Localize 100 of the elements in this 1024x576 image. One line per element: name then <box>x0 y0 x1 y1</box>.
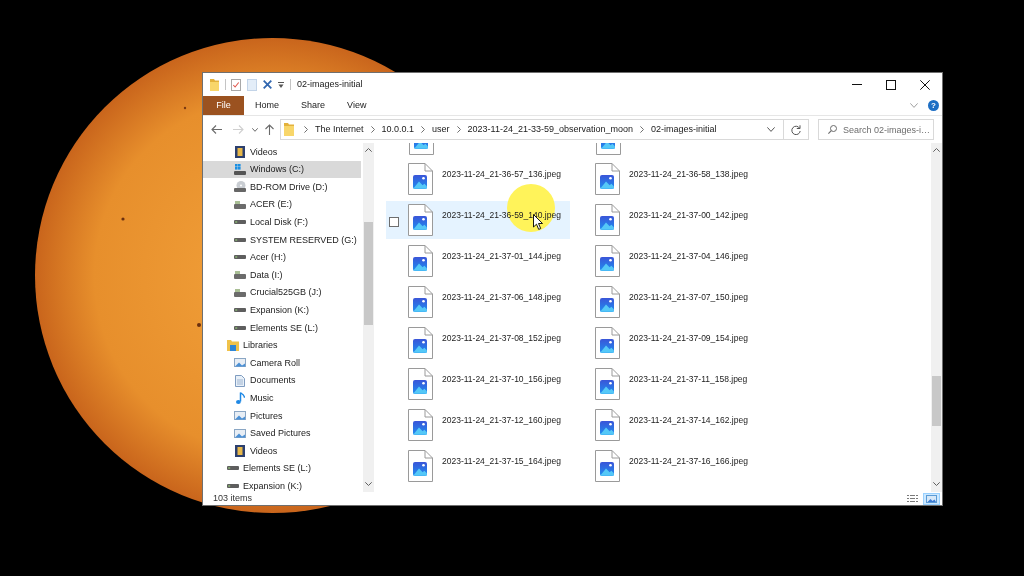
image-file-icon <box>408 204 433 236</box>
file-item[interactable]: 2023-11-24_21-37-10_156.jpeg <box>386 365 570 403</box>
breadcrumb-link[interactable]: 02-images-initial <box>650 124 718 135</box>
chevron-right-icon <box>421 126 426 133</box>
image-file-icon <box>408 450 433 482</box>
file-item[interactable]: 2023-11-24_21-37-15_164.jpeg <box>386 447 570 485</box>
scrollbar-thumb[interactable] <box>932 376 941 426</box>
file-item[interactable]: 2023-11-24_21-37-09_154.jpeg <box>573 324 757 362</box>
hard-drive-icon <box>234 200 246 209</box>
disc-drive-icon <box>234 181 246 193</box>
maximize-icon <box>886 79 896 90</box>
nav-item[interactable]: Videos <box>203 442 361 460</box>
image-file-icon <box>595 204 620 236</box>
nav-item[interactable]: Windows (C:) <box>203 160 361 179</box>
large-icons-view-button[interactable] <box>923 492 940 505</box>
image-file-icon <box>595 286 620 318</box>
ribbon-tab[interactable]: Home <box>244 96 290 115</box>
file-item[interactable]: 2023-11-24_21-37-01_144.jpeg <box>386 242 570 280</box>
nav-item[interactable]: Music <box>203 389 361 407</box>
image-file-icon <box>408 368 433 400</box>
large-icons-view-icon <box>926 494 937 503</box>
scrollbar-thumb[interactable] <box>364 222 373 325</box>
search-field[interactable]: Search 02-images-i… <box>818 119 934 140</box>
image-file-icon <box>409 143 434 155</box>
ribbon-tab[interactable]: Share <box>290 96 337 115</box>
image-file-icon <box>408 245 433 277</box>
item-checkbox[interactable] <box>389 217 399 227</box>
image-file-icon <box>408 409 433 441</box>
file-item[interactable]: 2023-11-24_21-37-06_148.jpeg <box>386 283 570 321</box>
file-item[interactable]: 2023-11-24_21-37-07_150.jpeg <box>573 283 757 321</box>
arrow-left-icon <box>210 125 222 134</box>
window-title: 02-images-initial <box>297 79 363 90</box>
drive-icon <box>234 325 246 330</box>
dropdown-caret-icon[interactable] <box>278 81 284 88</box>
scroll-down-icon[interactable] <box>365 482 372 486</box>
picture-icon <box>234 428 246 438</box>
cross-icon[interactable] <box>263 80 272 89</box>
file-item[interactable]: 2023-11-24_21-37-04_146.jpeg <box>573 242 757 280</box>
ribbon-tab[interactable]: View <box>336 96 378 115</box>
chevron-right-icon <box>456 126 461 133</box>
image-file-icon <box>595 450 620 482</box>
arrow-right-icon <box>232 125 244 134</box>
nav-item[interactable]: Expansion (K:) <box>203 301 361 319</box>
nav-item[interactable]: Videos <box>203 143 361 161</box>
nav-item[interactable]: Acer (H:) <box>203 248 361 267</box>
file-item[interactable]: 2023-11-24_21-36-58_138.jpeg <box>573 160 757 198</box>
nav-item[interactable]: Documents <box>203 371 361 390</box>
refresh-button[interactable] <box>784 119 809 140</box>
scroll-up-icon[interactable] <box>933 148 940 152</box>
nav-item[interactable]: ACER (E:) <box>203 195 361 214</box>
nav-item[interactable]: Libraries <box>203 336 361 355</box>
system-drive-icon <box>234 163 246 175</box>
picture-icon <box>234 358 246 368</box>
breadcrumb-link[interactable]: The Internet <box>314 124 365 135</box>
nav-item[interactable]: Camera Roll <box>203 354 361 372</box>
help-button[interactable]: ? <box>928 100 939 111</box>
scroll-up-icon[interactable] <box>365 148 372 152</box>
file-item[interactable]: 2023-11-24_21-37-12_160.jpeg <box>386 406 570 444</box>
file-item[interactable]: 2023-11-24_21-37-14_162.jpeg <box>573 406 757 444</box>
nav-item[interactable]: SYSTEM RESERVED (G:) <box>203 230 361 249</box>
search-icon <box>828 125 837 134</box>
nav-item[interactable]: Pictures <box>203 406 361 425</box>
file-item[interactable]: 2023-11-24_21-36-57_136.jpeg <box>386 160 570 198</box>
file-tab[interactable]: File <box>203 96 244 115</box>
scrollbar[interactable] <box>363 143 374 492</box>
document-icon <box>235 374 245 387</box>
address-bar[interactable]: The Internet 10.0.0.1 user 2023-11-24_21-33-59_observation_moon 02-images-initial <box>280 119 784 140</box>
file-item[interactable]: 2023-11-24_21-37-08_152.jpeg <box>386 324 570 362</box>
file-item[interactable]: 2023-11-24_21-37-16_166.jpeg <box>573 447 757 485</box>
chevron-right-icon <box>370 126 375 133</box>
image-file-icon <box>595 163 620 195</box>
nav-item[interactable]: Crucial525GB (J:) <box>203 283 361 302</box>
chevron-down-icon[interactable] <box>767 127 775 132</box>
chevron-down-icon[interactable] <box>910 103 918 108</box>
details-view-button[interactable] <box>904 493 921 504</box>
nav-item[interactable]: Expansion (K:) <box>203 477 361 492</box>
film-icon <box>235 444 245 457</box>
nav-item[interactable]: Elements SE (L:) <box>203 459 361 478</box>
scroll-down-icon[interactable] <box>933 482 940 486</box>
breadcrumb-link[interactable]: 2023-11-24_21-33-59_observation_moon <box>466 124 635 135</box>
drive-icon <box>234 237 246 242</box>
nav-item[interactable]: Data (I:) <box>203 266 361 284</box>
item-count: 103 items <box>213 493 253 504</box>
refresh-icon <box>791 124 801 135</box>
drive-icon <box>234 220 246 225</box>
nav-item[interactable]: BD-ROM Drive (D:) <box>203 178 361 196</box>
nav-item[interactable]: Saved Pictures <box>203 424 361 443</box>
nav-item[interactable]: Local Disk (F:) <box>203 213 361 231</box>
file-item[interactable]: 2023-11-24_21-37-11_158.jpeg <box>573 365 757 403</box>
page-check-icon[interactable] <box>231 78 241 91</box>
file-item[interactable]: 2023-11-24_21-37-00_142.jpeg <box>573 201 757 239</box>
drive-icon <box>227 484 239 489</box>
details-view-icon <box>907 495 918 502</box>
breadcrumb-link[interactable]: user <box>431 124 451 135</box>
film-icon <box>235 145 245 158</box>
nav-item[interactable]: Elements SE (L:) <box>203 318 361 337</box>
breadcrumb-link[interactable]: 10.0.0.1 <box>380 124 416 135</box>
image-file-icon <box>595 245 620 277</box>
arrow-up-icon <box>265 124 274 135</box>
scrollbar[interactable] <box>931 143 942 492</box>
